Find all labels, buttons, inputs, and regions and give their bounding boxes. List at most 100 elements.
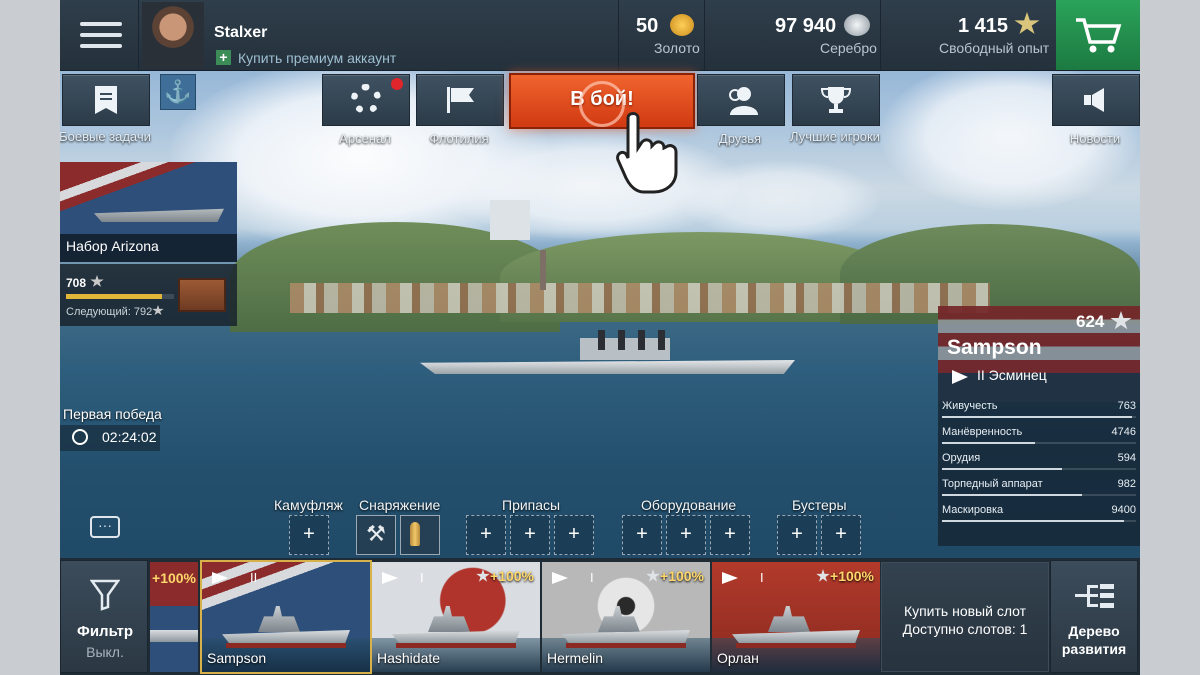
gold-label: Золото: [654, 40, 700, 56]
arsenal-button[interactable]: [322, 74, 410, 126]
ship-stat-row: Орудия 594: [942, 452, 1136, 476]
filter-label: Фильтр: [77, 623, 133, 640]
gear-slot-shell[interactable]: [400, 515, 440, 555]
filter-icon: [90, 579, 120, 611]
free-xp-value: 1 415: [958, 15, 1009, 37]
top-players-label: Лучшие игроки: [790, 129, 880, 144]
ship-card[interactable]: I +100% Hermelin: [542, 562, 710, 672]
anchor-button[interactable]: ⚓: [160, 74, 196, 110]
ship-tier-class: II Эсминец: [977, 367, 1047, 383]
first-win-timer: 02:24:02: [102, 429, 157, 445]
module-slot-1[interactable]: +: [622, 515, 662, 555]
ship-stat-bar: [942, 494, 1082, 496]
ship-stat-value: 4746: [1111, 426, 1136, 438]
flotilla-label: Флотилия: [429, 131, 489, 146]
ship-card-partial[interactable]: +100%: [150, 562, 198, 672]
tree-icon: [1075, 584, 1114, 608]
ship-stat-bar: [942, 520, 1124, 522]
ammo-slot-2[interactable]: +: [510, 515, 550, 555]
ship-stats: Живучесть 763 Манёвренность 4746 Орудия 594 То…: [938, 400, 1140, 540]
module-slot-2[interactable]: +: [666, 515, 706, 555]
ship-card-tier: I: [590, 570, 594, 585]
crate-icon: [178, 278, 226, 312]
gear-label: Снаряжение: [359, 497, 441, 513]
partial-card-bonus: +100%: [152, 570, 196, 586]
ship-card-bonus: +100%: [830, 568, 874, 584]
ship-stat-name: Манёвренность: [942, 426, 1023, 438]
silver-value: 97 940: [775, 15, 837, 37]
friends-icon: [729, 87, 758, 115]
premium-plus-icon[interactable]: +: [216, 50, 231, 65]
ship-card[interactable]: II Sampson: [200, 560, 372, 674]
star-icon: [1014, 12, 1040, 34]
shop-button[interactable]: [1056, 0, 1140, 70]
free-xp-label: Свободный опыт: [939, 40, 1050, 56]
camo-slot[interactable]: +: [289, 515, 329, 555]
ammo-slot-3[interactable]: +: [554, 515, 594, 555]
missions-button[interactable]: [62, 74, 150, 126]
ship-model[interactable]: [420, 330, 798, 380]
menu-button[interactable]: [60, 0, 139, 70]
flag-icon: [447, 87, 474, 113]
gold-coins-icon[interactable]: [670, 14, 694, 36]
tech-tree-button[interactable]: Дерево развития: [1050, 560, 1138, 673]
progress-next: Следующий: 792: [66, 306, 153, 318]
promo-arizona[interactable]: Набор Arizona: [60, 162, 237, 262]
promo-ship: [94, 208, 224, 222]
promo-title: Набор Arizona: [66, 238, 159, 254]
progress-panel[interactable]: 708 Следующий: 792: [60, 264, 237, 326]
news-button[interactable]: [1052, 74, 1140, 126]
buy-premium-link[interactable]: Купить премиум аккаунт: [238, 50, 396, 66]
notification-dot: [391, 78, 403, 90]
ship-card[interactable]: I +100% Орлан: [712, 562, 880, 672]
ship-card-name: Hashidate: [377, 650, 441, 666]
buy-slot-button[interactable]: Купить новый слот Доступно слотов: 1: [881, 562, 1049, 672]
ship-stat-bar: [942, 416, 1132, 418]
filter-button[interactable]: Фильтр Выкл.: [60, 560, 148, 673]
ship-card-tier: I: [420, 570, 424, 585]
buy-slot-line-1: Купить новый слот: [903, 603, 1027, 619]
gear-slot-repair[interactable]: ⚒: [356, 515, 396, 555]
player-name: Stalxer: [214, 24, 268, 41]
booster-slot-2[interactable]: +: [821, 515, 861, 555]
progress-fill: [66, 294, 162, 299]
missions-icon: [95, 86, 117, 114]
ship-card-name: Hermelin: [547, 650, 604, 666]
menu-icon: [80, 22, 122, 48]
top-players-button[interactable]: [792, 74, 880, 126]
ship-stat-value: 763: [1117, 400, 1136, 412]
star-icon: [476, 569, 490, 582]
first-win-timer-box: 02:24:02: [60, 425, 160, 451]
ship-stat-row: Живучесть 763: [942, 400, 1136, 424]
ship-card-name: Sampson: [207, 650, 267, 666]
ship-stat-value: 594: [1117, 452, 1136, 464]
ship-stat-name: Маскировка: [942, 504, 1004, 516]
timer-icon: [72, 429, 88, 445]
ship-card[interactable]: I +100% Hashidate: [372, 562, 540, 672]
ammo-label: Припасы: [502, 497, 561, 513]
player-profile[interactable]: Stalxer + Купить премиум аккаунт: [138, 0, 619, 70]
news-label: Новости: [1069, 131, 1121, 146]
game-screen: Stalxer + Купить премиум аккаунт 50 Золо…: [60, 0, 1140, 675]
silver-coins-icon[interactable]: [844, 14, 870, 36]
friends-label: Друзья: [718, 131, 762, 146]
progress-value: 708: [66, 276, 87, 290]
star-icon: [90, 275, 104, 287]
module-slot-3[interactable]: +: [710, 515, 750, 555]
ship-class-icon: [212, 572, 228, 584]
ship-class-icon: [722, 572, 738, 584]
friends-button[interactable]: [697, 74, 785, 126]
gold-value: 50: [636, 15, 659, 37]
avatar: [142, 2, 204, 68]
ammo-slot-1[interactable]: +: [466, 515, 506, 555]
chat-icon[interactable]: ···: [90, 516, 120, 538]
booster-slot-1[interactable]: +: [777, 515, 817, 555]
filter-state: Выкл.: [86, 644, 124, 660]
flotilla-button[interactable]: [416, 74, 504, 126]
tree-label-1: Дерево: [1068, 623, 1120, 639]
tools-icon: ⚒: [366, 521, 386, 546]
ship-stat-bar: [942, 468, 1062, 470]
buy-slot-line-2: Доступно слотов: 1: [902, 621, 1028, 637]
ship-stat-name: Живучесть: [942, 400, 998, 412]
ship-card-name: Орлан: [717, 650, 759, 666]
